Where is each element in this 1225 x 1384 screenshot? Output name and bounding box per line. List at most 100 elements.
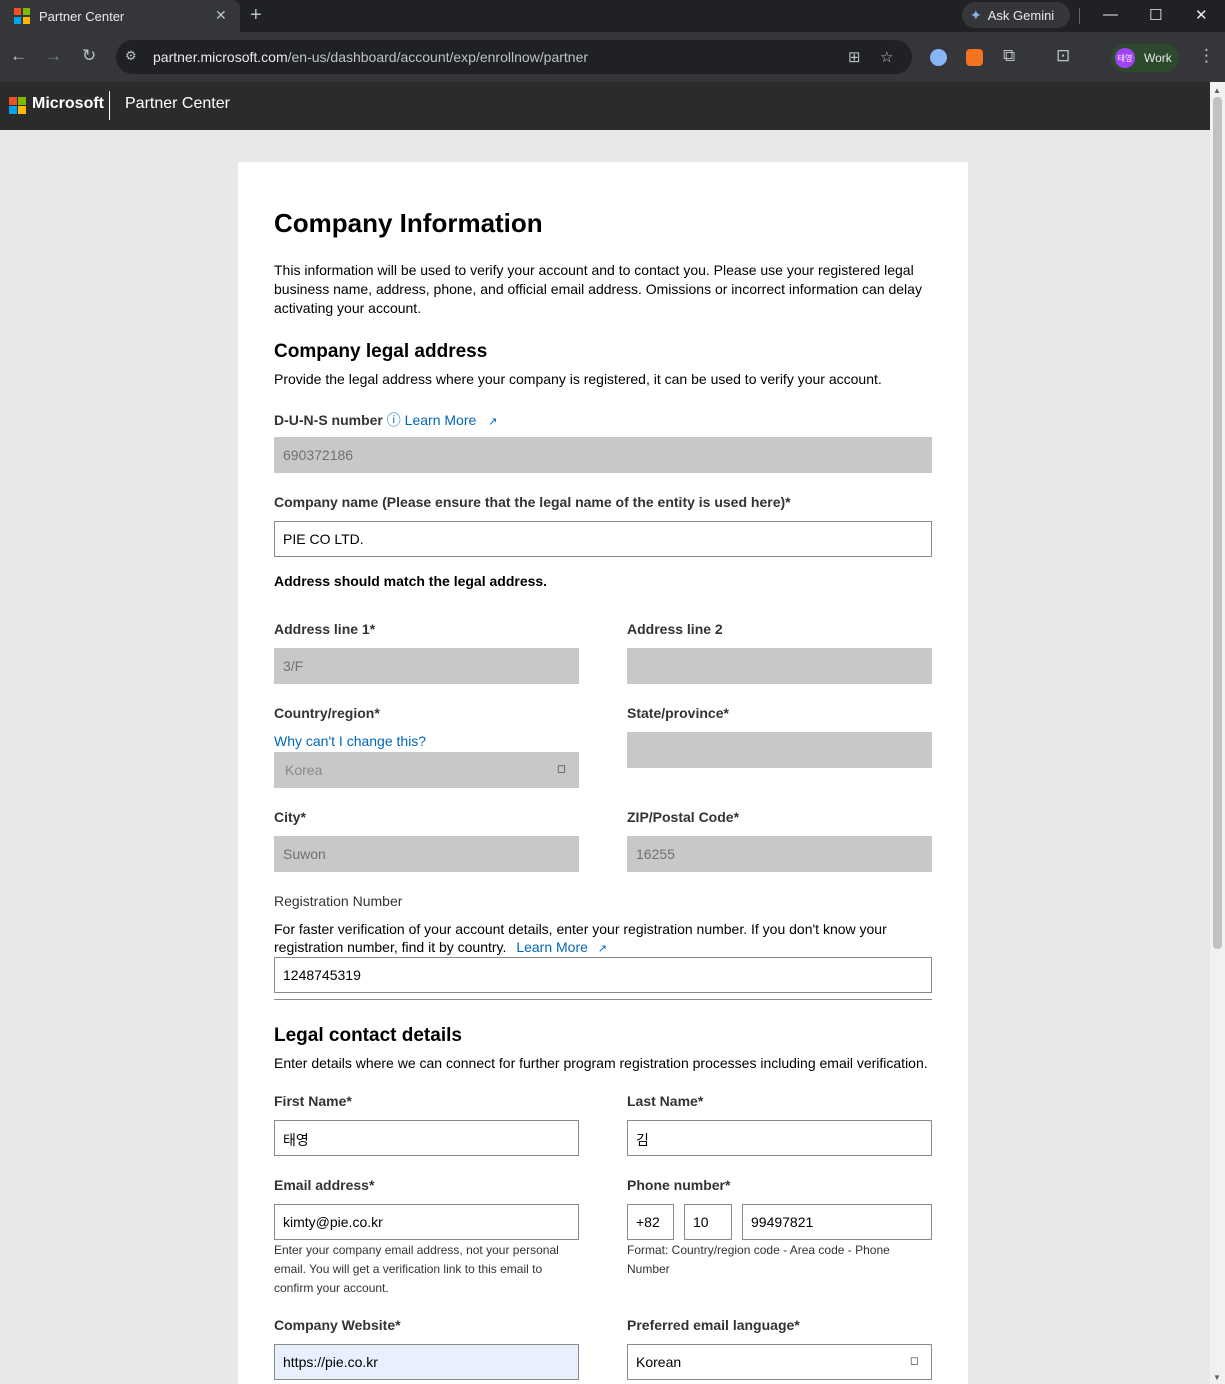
email-language-value: Korean xyxy=(636,1354,682,1370)
extensions-puzzle-icon[interactable]: ⧉ xyxy=(1003,46,1015,66)
zip-label: ZIP/Postal Code xyxy=(627,809,734,825)
regnum-field[interactable]: 1248745319 xyxy=(274,957,932,993)
dropdown-icon: ◻ xyxy=(909,1355,919,1367)
regnum-desc-text: registration number, find it by country. xyxy=(274,939,507,955)
url-domain: partner.microsoft.com xyxy=(153,49,288,65)
profile-avatar: 태영 xyxy=(1115,48,1135,68)
ask-gemini-button[interactable]: ✦ Ask Gemini xyxy=(962,2,1070,28)
email-language-select[interactable]: Korean ◻ xyxy=(627,1344,932,1380)
country-select[interactable]: Korea ◻ xyxy=(274,752,579,788)
zip-label-row: ZIP/Postal Code* xyxy=(627,809,739,825)
external-link-icon[interactable]: ↗ xyxy=(488,416,497,428)
tab-search-icon[interactable]: ⊡ xyxy=(1056,46,1070,66)
section-divider xyxy=(274,999,932,1000)
phone-label: Phone number xyxy=(627,1177,726,1193)
email-label-row: Email address* xyxy=(274,1177,374,1193)
last-name-label-row: Last Name* xyxy=(627,1093,703,1109)
website-field[interactable]: https://pie.co.kr xyxy=(274,1344,579,1380)
tabbar-divider xyxy=(1079,8,1080,24)
city-label-row: City* xyxy=(274,809,306,825)
address-note: Address should match the legal address. xyxy=(274,573,548,589)
required-mark: * xyxy=(346,1093,352,1109)
last-name-field[interactable]: 김 xyxy=(627,1120,932,1156)
required-mark: * xyxy=(374,705,380,721)
address1-label-row: Address line 1* xyxy=(274,621,375,637)
microsoft-logo-icon[interactable] xyxy=(9,97,26,114)
page-title: Company Information xyxy=(274,208,543,238)
contact-section-desc: Enter details where we can connect for f… xyxy=(274,1055,928,1071)
tab-title: Partner Center xyxy=(39,8,125,24)
intro-text: This information will be used to verify … xyxy=(274,262,922,316)
maximize-button[interactable]: ☐ xyxy=(1149,6,1162,24)
extension-circle-icon[interactable] xyxy=(930,49,947,66)
scroll-up-icon[interactable]: ▲ xyxy=(1213,86,1221,95)
state-label-row: State/province* xyxy=(627,705,729,721)
required-mark: * xyxy=(785,494,791,510)
duns-label-row: D-U-N-S number ⓘ Learn More ↗ xyxy=(274,410,497,430)
required-mark: * xyxy=(368,1177,375,1193)
ask-gemini-label: Ask Gemini xyxy=(987,7,1055,23)
external-link-icon[interactable]: ↗ xyxy=(598,943,607,955)
zip-field[interactable]: 16255 xyxy=(627,836,932,872)
url-path: /en-us/dashboard/account/exp/enrollnow/p… xyxy=(287,49,589,65)
company-name-label: Company name (Please ensure that the leg… xyxy=(274,494,786,510)
regnum-learn-more-link[interactable]: Learn More xyxy=(516,939,588,955)
phone-label-row: Phone number* xyxy=(627,1177,730,1193)
microsoft-favicon-icon xyxy=(14,8,30,24)
scrollbar-thumb[interactable] xyxy=(1213,97,1222,949)
extension-ex-icon[interactable] xyxy=(966,49,983,66)
browser-menu-icon[interactable]: ⋮ xyxy=(1198,46,1215,66)
country-label: Country/region xyxy=(274,705,375,721)
country-value: Korea xyxy=(285,762,323,778)
site-settings-icon[interactable]: ⚙ xyxy=(125,48,137,64)
product-name[interactable]: Partner Center xyxy=(125,95,230,113)
profile-button[interactable]: 태영 Work xyxy=(1111,44,1179,72)
microsoft-brand[interactable]: Microsoft xyxy=(32,95,104,113)
duns-field[interactable]: 690372186 xyxy=(274,437,932,473)
address2-label: Address line 2 xyxy=(627,621,723,637)
required-mark: * xyxy=(794,1317,800,1333)
address1-field[interactable]: 3/F xyxy=(274,648,579,684)
phone-number-field[interactable]: 99497821 xyxy=(742,1204,932,1240)
browser-tab[interactable]: Partner Center ✕ xyxy=(0,0,240,32)
duns-learn-more-link[interactable]: Learn More xyxy=(405,412,477,428)
first-name-label-row: First Name* xyxy=(274,1093,352,1109)
forward-button[interactable]: → xyxy=(45,46,62,66)
email-language-label: Preferred email language xyxy=(627,1317,795,1333)
regnum-desc-line1: For faster verification of your account … xyxy=(274,921,887,937)
translate-icon[interactable]: ⊞ xyxy=(848,48,861,66)
reload-button[interactable]: ↻ xyxy=(82,46,96,66)
company-info-card: Company Information This information wil… xyxy=(238,162,968,1384)
city-field[interactable]: Suwon xyxy=(274,836,579,872)
back-button[interactable]: ← xyxy=(10,46,27,66)
regnum-label: Registration Number xyxy=(274,893,403,909)
address-section-title: Company legal address xyxy=(274,341,488,362)
new-tab-button[interactable]: + xyxy=(250,4,262,27)
profile-label: Work xyxy=(1144,51,1172,65)
city-label: City xyxy=(274,809,301,825)
email-field[interactable]: kimty@pie.co.kr xyxy=(274,1204,579,1240)
phone-country-code-field[interactable]: +82 xyxy=(627,1204,674,1240)
address-bar[interactable]: ⚙ partner.microsoft.com/en-us/dashboard/… xyxy=(116,40,912,74)
close-window-button[interactable]: ✕ xyxy=(1195,6,1208,24)
why-cant-change-link[interactable]: Why can't I change this? xyxy=(274,733,426,749)
info-icon[interactable]: ⓘ xyxy=(387,412,401,428)
required-mark: * xyxy=(300,809,306,825)
scroll-down-icon[interactable]: ▼ xyxy=(1213,1373,1221,1382)
required-mark: * xyxy=(725,1177,731,1193)
last-name-label: Last Name xyxy=(627,1093,698,1109)
header-divider xyxy=(109,91,110,120)
email-label: Email address xyxy=(274,1177,369,1193)
url-text[interactable]: partner.microsoft.com/en-us/dashboard/ac… xyxy=(153,49,588,65)
company-name-field[interactable]: PIE CO LTD. xyxy=(274,521,932,557)
contact-section-title: Legal contact details xyxy=(274,1025,462,1046)
website-label: Company Website xyxy=(274,1317,396,1333)
first-name-label: First Name xyxy=(274,1093,347,1109)
phone-area-code-field[interactable]: 10 xyxy=(684,1204,732,1240)
address2-field[interactable] xyxy=(627,648,932,684)
first-name-field[interactable]: 태영 xyxy=(274,1120,579,1156)
tab-close-icon[interactable]: ✕ xyxy=(215,7,227,24)
bookmark-star-icon[interactable]: ☆ xyxy=(880,48,893,66)
state-field[interactable] xyxy=(627,732,932,768)
minimize-button[interactable]: — xyxy=(1103,6,1118,23)
